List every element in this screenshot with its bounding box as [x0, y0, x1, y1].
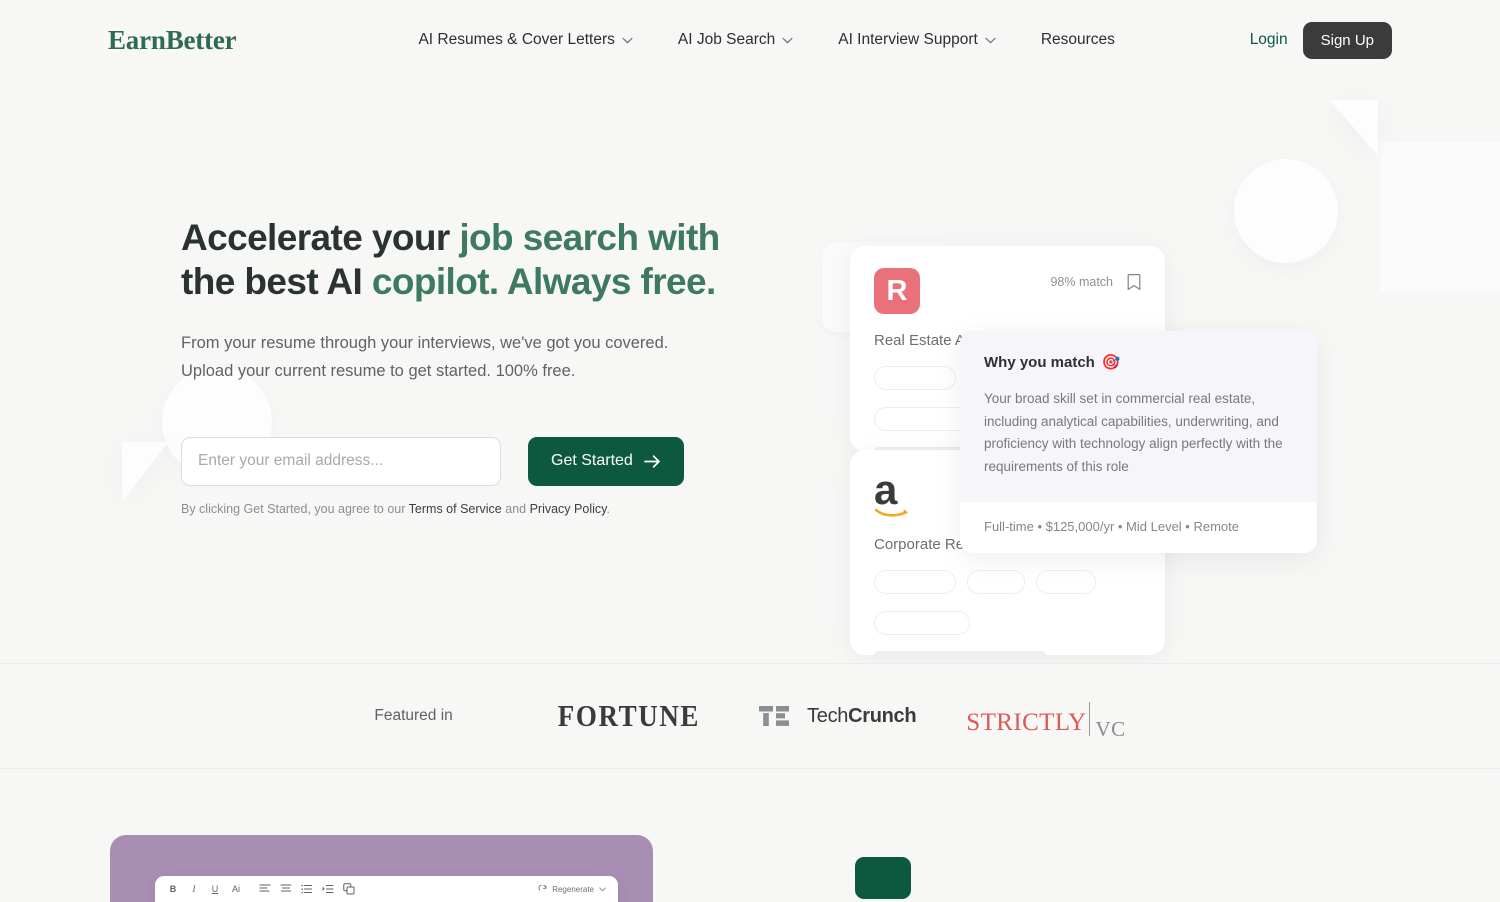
disclaimer-suffix: . — [606, 501, 610, 516]
popup-title-text: Why you match — [984, 353, 1095, 371]
chevron-down-icon — [599, 887, 606, 892]
get-started-button[interactable]: Get Started — [528, 436, 684, 486]
headline-segment-4: copilot. Always free. — [371, 261, 716, 303]
fortune-logo: FORTUNE — [557, 698, 701, 733]
site-header: EarnBetter AI Resumes & Cover Letters AI… — [0, 0, 1500, 80]
why-you-match-popup: Why you match 🎯 Your broad skill set in … — [960, 331, 1317, 554]
company-logo-amazon: a — [874, 469, 926, 518]
arrow-right-icon — [643, 454, 661, 469]
indent-icon[interactable] — [322, 883, 334, 895]
techcrunch-logo: TechCrunch — [759, 704, 917, 728]
job-tag-placeholder — [874, 407, 970, 431]
header-actions: Login Sign Up — [1250, 21, 1392, 59]
strictlyvc-strictly: STRICTLY — [966, 708, 1087, 736]
terms-of-service-link[interactable]: Terms of Service — [409, 502, 502, 516]
popup-body-text: Your broad skill set in commercial real … — [984, 391, 1283, 474]
underline-icon[interactable]: U — [209, 883, 221, 895]
bullet-list-icon[interactable] — [301, 883, 313, 895]
bookmark-icon[interactable] — [1127, 273, 1141, 291]
login-link[interactable]: Login — [1250, 31, 1288, 49]
nav-label: AI Interview Support — [838, 31, 978, 48]
job-card-illustration: R 98% match Real Estate Acquisition Anal… — [822, 238, 1392, 659]
chevron-down-icon — [622, 37, 633, 44]
strictlyvc-logo: STRICTLY VC — [966, 701, 1125, 741]
amazon-swoosh-icon — [875, 502, 921, 517]
resume-editor-showcase-card: B I U Ai Regenerate — [110, 835, 653, 902]
match-percentage: 98% match — [1050, 275, 1113, 289]
regenerate-button[interactable]: Regenerate — [538, 884, 606, 894]
strictlyvc-divider — [1089, 701, 1091, 736]
page-title: Accelerate your job search with the best… — [181, 216, 781, 305]
hero-section: Accelerate your job search with the best… — [0, 80, 1500, 663]
chevron-down-icon — [985, 37, 996, 44]
nav-label: Resources — [1040, 31, 1115, 48]
techcrunch-mark-icon — [759, 706, 797, 726]
job-tag-row — [874, 570, 1141, 594]
company-logo-r: R — [874, 268, 920, 314]
featured-in-label: Featured in — [374, 707, 453, 724]
job-tag-row — [874, 611, 1141, 635]
chevron-down-icon — [782, 37, 793, 44]
email-input[interactable] — [181, 436, 501, 486]
techcrunch-tech: Tech — [807, 704, 849, 727]
job-detail-placeholder — [874, 651, 1046, 659]
target-emoji-icon: 🎯 — [1101, 354, 1121, 371]
feature-preview-section: B I U Ai Regenerate — [0, 769, 1500, 902]
techcrunch-crunch: Crunch — [848, 704, 917, 727]
nav-label: AI Resumes & Cover Letters — [418, 31, 615, 48]
subtitle-line-1: From your resume through your interviews… — [181, 333, 669, 352]
bold-icon[interactable]: B — [167, 883, 179, 895]
job-tag-placeholder — [874, 366, 956, 390]
nav-item-ai-resumes[interactable]: AI Resumes & Cover Letters — [418, 31, 633, 49]
headline-segment-1: Accelerate your — [181, 217, 460, 258]
job-tag-placeholder — [874, 570, 956, 594]
subtitle-line-2: Upload your current resume to get starte… — [181, 362, 576, 381]
popup-title: Why you match 🎯 — [984, 353, 1293, 372]
regenerate-label: Regenerate — [552, 884, 594, 894]
feature-accent-chip — [855, 857, 911, 899]
strictlyvc-vc: VC — [1095, 716, 1126, 741]
job-tag-placeholder — [1036, 570, 1096, 594]
disclaimer-prefix: By clicking Get Started, you agree to ou… — [181, 501, 409, 516]
editor-toolbar: B I U Ai Regenerate — [155, 876, 618, 902]
legal-disclaimer: By clicking Get Started, you agree to ou… — [181, 502, 781, 516]
ai-assist-icon[interactable]: Ai — [230, 883, 242, 895]
headline-segment-2: job search with — [459, 217, 720, 258]
align-center-icon[interactable] — [280, 883, 292, 895]
nav-item-ai-interview-support[interactable]: AI Interview Support — [838, 31, 996, 49]
brand-logo[interactable]: EarnBetter — [108, 25, 237, 56]
refresh-icon — [538, 884, 547, 894]
headline-segment-3: the best AI — [181, 261, 372, 303]
main-navigation: AI Resumes & Cover Letters AI Job Search… — [418, 31, 1114, 49]
italic-icon[interactable]: I — [188, 883, 200, 895]
document-editor-panel[interactable]: B I U Ai Regenerate — [155, 876, 618, 902]
nav-item-resources[interactable]: Resources — [1041, 31, 1115, 49]
signup-form: Get Started — [181, 436, 781, 486]
job-meta-line: Full-time • $125,000/yr • Mid Level • Re… — [960, 502, 1317, 554]
hero-subtitle: From your resume through your interviews… — [181, 329, 751, 386]
job-tag-placeholder — [874, 611, 970, 635]
cta-label: Get Started — [551, 452, 633, 470]
job-tag-placeholder — [967, 570, 1025, 594]
nav-label: AI Job Search — [677, 31, 776, 48]
techcrunch-wordmark: TechCrunch — [807, 704, 917, 728]
signup-button[interactable]: Sign Up — [1302, 21, 1392, 59]
hero-copy: Accelerate your job search with the best… — [181, 216, 781, 516]
disclaimer-and: and — [501, 501, 530, 516]
nav-item-ai-job-search[interactable]: AI Job Search — [678, 31, 793, 49]
privacy-policy-link[interactable]: Privacy Policy — [530, 502, 607, 516]
featured-in-section: Featured in FORTUNE TechCrunch STRICTLY … — [0, 663, 1500, 769]
copy-icon[interactable] — [343, 883, 355, 895]
align-left-icon[interactable] — [259, 883, 271, 895]
